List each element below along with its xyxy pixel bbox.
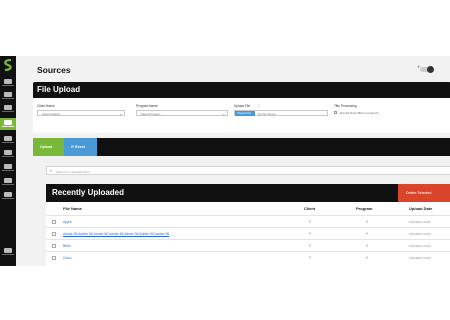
file-upload-title: File Upload bbox=[37, 85, 81, 94]
table-row[interactable]: Apple › › 12/1/2021 10:01 bbox=[46, 215, 450, 227]
chevron-right-icon[interactable]: › bbox=[309, 231, 311, 237]
column-client[interactable]: Client bbox=[304, 206, 315, 211]
file-upload-form: Client Name Select Adapter ⌄ Program Nam… bbox=[33, 98, 450, 133]
program-select[interactable]: Select Program ⌄ bbox=[136, 110, 228, 116]
file-icon bbox=[4, 136, 12, 141]
row-checkbox[interactable] bbox=[52, 256, 56, 260]
column-file-name[interactable]: File Name bbox=[63, 206, 82, 211]
chevron-right-icon[interactable]: › bbox=[309, 243, 311, 249]
inbox-icon bbox=[4, 105, 12, 110]
row-checkbox[interactable] bbox=[52, 232, 56, 236]
recent-header: Recently Uploaded bbox=[46, 184, 450, 202]
chevron-right-icon[interactable]: › bbox=[366, 231, 368, 237]
processing-option-label: Run file Post Office on load job bbox=[340, 111, 379, 115]
sidebar-item-settings[interactable] bbox=[2, 192, 14, 201]
main-content: Sources + File Upload Client Name Select… bbox=[16, 56, 450, 266]
program-label: Program Name bbox=[136, 104, 158, 108]
file-upload-header: File Upload bbox=[33, 82, 450, 98]
chevron-right-icon[interactable]: › bbox=[366, 255, 368, 261]
table-row[interactable]: Cisco › › 12/1/2021 10:04 bbox=[46, 251, 450, 263]
recent-title: Recently Uploaded bbox=[52, 188, 125, 197]
sidebar-item-upload[interactable] bbox=[2, 79, 14, 88]
client-select[interactable]: Select Adapter ⌄ bbox=[37, 110, 125, 116]
uploads-table: File Name Client Program Upload Date App… bbox=[46, 202, 450, 266]
sidebar-item-inbox[interactable] bbox=[2, 105, 14, 114]
folder-icon bbox=[4, 120, 12, 125]
no-file-text: No file chosen bbox=[258, 112, 276, 117]
delete-selected-button[interactable]: Delete Selected bbox=[398, 184, 450, 202]
upload-button[interactable]: Upload bbox=[33, 138, 64, 156]
chevron-right-icon[interactable]: › bbox=[366, 219, 368, 225]
sidebar-item-logout[interactable] bbox=[2, 248, 14, 257]
upload-date: 12/1/2021 10:04 bbox=[409, 256, 431, 260]
reset-button[interactable]: ⟳ Reset bbox=[64, 138, 97, 156]
file-input[interactable]: Choose File No file chosen bbox=[234, 110, 328, 116]
choose-file-button[interactable]: Choose File bbox=[235, 111, 255, 116]
globe-icon bbox=[4, 164, 12, 169]
chevron-right-icon[interactable]: › bbox=[366, 243, 368, 249]
client-label: Client Name bbox=[37, 104, 55, 108]
upload-date: 12/1/2021 10:02 bbox=[409, 232, 431, 236]
sidebar bbox=[0, 56, 16, 266]
table-row[interactable]: Bitrix › › 12/1/2021 10:03 bbox=[46, 239, 450, 251]
logo-icon bbox=[4, 59, 12, 71]
sidebar-item-globe[interactable] bbox=[2, 164, 14, 173]
sidebar-item-sources[interactable] bbox=[0, 118, 16, 130]
exit-icon bbox=[4, 248, 12, 253]
page-title: Sources bbox=[37, 65, 71, 75]
info-icon[interactable]: ⓘ bbox=[257, 104, 260, 108]
program-select-value: Select Program bbox=[141, 112, 161, 117]
file-name[interactable]: Apple bbox=[63, 220, 72, 224]
upload-cloud-icon bbox=[4, 79, 12, 84]
chevron-down-icon: ⌄ bbox=[119, 111, 122, 116]
sidebar-item-users[interactable] bbox=[2, 150, 14, 159]
upload-file-label: Upload File bbox=[234, 104, 251, 108]
sidebar-item-reports[interactable] bbox=[2, 178, 14, 187]
row-checkbox[interactable] bbox=[52, 244, 56, 248]
upload-date: 12/1/2021 10:03 bbox=[409, 244, 431, 248]
toggle-knob[interactable] bbox=[427, 66, 434, 73]
table-row[interactable]: Adobe 56 Adobe 56 Adobe 56 Adobe 56 Adob… bbox=[46, 227, 450, 239]
processing-label: Title Processing bbox=[334, 104, 357, 108]
person-icon bbox=[4, 150, 12, 155]
column-upload-date[interactable]: Upload Date bbox=[409, 206, 432, 211]
search-placeholder: Search on Uploaded files bbox=[56, 169, 90, 174]
file-name[interactable]: Cisco bbox=[63, 256, 71, 260]
chart-icon bbox=[4, 178, 12, 183]
chevron-down-icon: ⌄ bbox=[222, 111, 225, 116]
sidebar-item-list[interactable] bbox=[2, 92, 14, 101]
settings-icon bbox=[4, 192, 12, 197]
client-select-value: Select Adapter bbox=[42, 112, 61, 117]
row-checkbox[interactable] bbox=[52, 220, 56, 224]
search-icon: ⌕ bbox=[50, 168, 53, 173]
file-name[interactable]: Adobe 56 Adobe 56 Adobe 56 Adobe 56 Adob… bbox=[63, 232, 169, 236]
column-program[interactable]: Program bbox=[356, 206, 372, 211]
processing-checkbox[interactable] bbox=[334, 111, 337, 114]
chevron-right-icon[interactable]: › bbox=[309, 219, 311, 225]
upload-date: 12/1/2021 10:01 bbox=[409, 220, 431, 224]
sidebar-item-files[interactable] bbox=[2, 136, 14, 145]
search-input[interactable]: ⌕ Search on Uploaded files bbox=[46, 166, 450, 175]
list-icon bbox=[4, 92, 12, 97]
file-name[interactable]: Bitrix bbox=[63, 244, 71, 248]
chevron-right-icon[interactable]: › bbox=[309, 255, 311, 261]
